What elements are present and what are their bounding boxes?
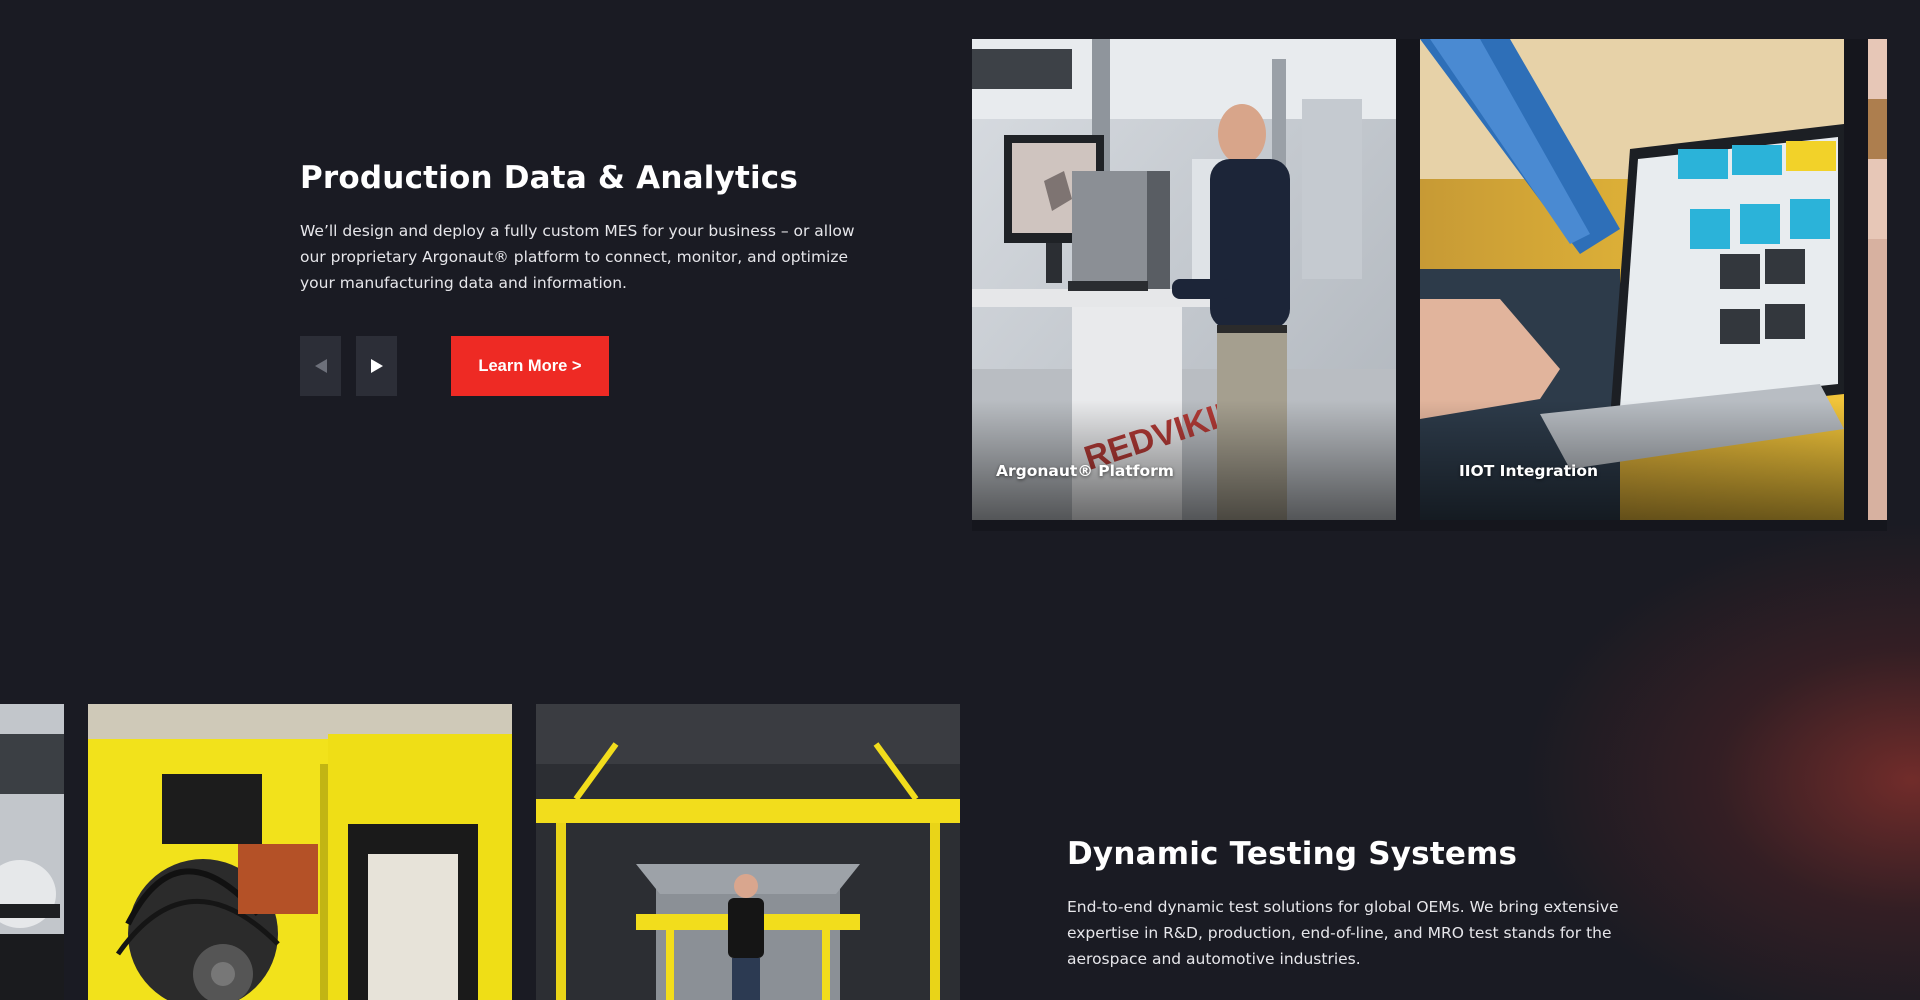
card-iiot-integration[interactable]: IIOT Integration	[1420, 39, 1844, 520]
card-partial-3[interactable]	[1868, 39, 1887, 520]
card-shade	[972, 400, 1396, 520]
section-title: Dynamic Testing Systems	[1067, 836, 1518, 872]
card-argonaut-platform[interactable]: REDVIKING Argonaut® Platform	[972, 39, 1396, 520]
section-production-data: Production Data & Analytics We’ll design…	[300, 160, 860, 296]
carousel-prev-button[interactable]	[300, 336, 341, 396]
card-test-frame[interactable]	[536, 704, 960, 1000]
test-frame-image	[536, 704, 960, 1000]
carousel-controls: Learn More >	[300, 336, 609, 396]
section-dynamic-testing: Dynamic Testing Systems End-to-end dynam…	[1067, 836, 1627, 972]
card-carousel-production: REDVIKING Argonaut® Platform	[972, 39, 1887, 531]
test-stand-cabinet-image	[88, 704, 512, 1000]
card-shade	[1420, 400, 1844, 520]
card-caption: Argonaut® Platform	[996, 462, 1174, 480]
card-caption: IIOT Integration	[1459, 462, 1599, 480]
card-test-stand-cabinet[interactable]	[88, 704, 512, 1000]
page: Production Data & Analytics We’ll design…	[0, 0, 1920, 1000]
partial-left-image	[0, 704, 64, 1000]
card-3-image	[1868, 39, 1887, 520]
card-carousel-testing	[0, 704, 960, 1000]
triangle-right-icon	[370, 359, 383, 373]
carousel-next-button[interactable]	[356, 336, 397, 396]
card-partial-left[interactable]	[0, 704, 64, 1000]
section-title: Production Data & Analytics	[300, 160, 799, 196]
section-description: We’ll design and deploy a fully custom M…	[300, 222, 855, 292]
triangle-left-icon	[314, 359, 327, 373]
learn-more-button[interactable]: Learn More >	[451, 336, 609, 396]
section-description: End-to-end dynamic test solutions for gl…	[1067, 898, 1619, 968]
